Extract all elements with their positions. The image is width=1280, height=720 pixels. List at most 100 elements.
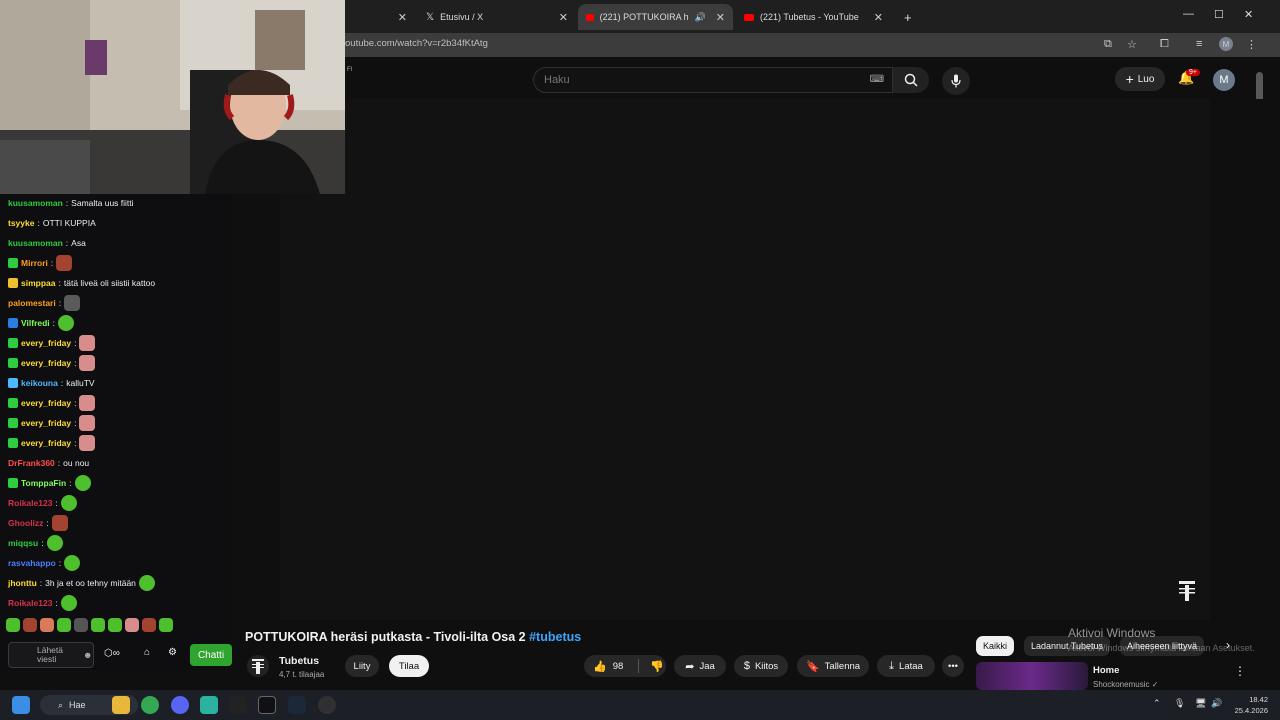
maximize-icon[interactable]: ☐ [1214, 8, 1224, 21]
recommended-video-title[interactable]: Home [1093, 665, 1119, 676]
speaker-icon[interactable]: 🔊 [695, 12, 706, 23]
channel-avatar[interactable] [247, 655, 269, 677]
chat-username[interactable]: Mirrori [21, 258, 48, 268]
close-tab-icon[interactable]: ✕ [559, 11, 568, 24]
chat-username[interactable]: every_friday [21, 418, 71, 428]
chat-badge-icon[interactable] [8, 398, 18, 408]
discord-icon[interactable] [171, 696, 189, 714]
app-icon[interactable] [200, 696, 218, 714]
chat-emote-icon[interactable] [79, 395, 96, 411]
like-button[interactable]: 👍 98 [593, 660, 623, 673]
chat-badge-icon[interactable] [8, 338, 18, 348]
chat-username[interactable]: jhonttu [8, 578, 37, 588]
bookmark-star-icon[interactable]: ☆ [1127, 38, 1137, 51]
thumbs-down-icon[interactable]: 👎 [650, 660, 664, 673]
clock[interactable]: 18.42 25.4.2026 [1235, 694, 1268, 716]
chat-emote-icon[interactable] [58, 315, 75, 331]
chat-username[interactable]: tsyyke [8, 218, 34, 228]
emote-picker-icon[interactable] [74, 618, 88, 632]
chat-username[interactable]: palomestari [8, 298, 56, 308]
chat-emote-icon[interactable] [46, 535, 63, 551]
chat-badge-icon[interactable] [8, 318, 18, 328]
chat-message-input[interactable]: Lähetä viesti ☻ [8, 642, 94, 668]
chat-username[interactable]: rasvahappo [8, 558, 56, 568]
xbox-icon[interactable] [229, 696, 247, 714]
tab-x[interactable]: 𝕏 Etusivu / X ✕ [418, 4, 576, 30]
chat-badge-icon[interactable] [8, 278, 18, 288]
join-button[interactable]: Liity [345, 655, 379, 677]
more-actions-button[interactable]: ••• [942, 655, 964, 677]
chat-badge-icon[interactable] [8, 378, 18, 388]
close-window-icon[interactable]: ✕ [1244, 8, 1253, 21]
chat-emote-icon[interactable] [60, 595, 77, 611]
chat-username[interactable]: Ghoolizz [8, 518, 43, 528]
recommended-video-channel[interactable]: Shockonemusic ✓ [1093, 680, 1158, 689]
close-tab-icon[interactable]: ✕ [874, 11, 883, 24]
search-input[interactable] [534, 68, 834, 92]
chat-username[interactable]: every_friday [21, 338, 71, 348]
windows-start-icon[interactable] [12, 696, 30, 714]
keyboard-icon[interactable]: ⌨ [870, 74, 884, 85]
chat-emote-icon[interactable] [74, 475, 91, 491]
steam-icon[interactable] [288, 696, 306, 714]
chat-username[interactable]: kuusamoman [8, 238, 63, 248]
emote-picker-icon[interactable] [23, 618, 37, 632]
tab-video[interactable]: (221) POTTUKOIRA heräsi p 🔊 ✕ [578, 4, 733, 30]
thanks-button[interactable]: $ Kiitos [734, 655, 788, 677]
emoji-icon[interactable]: ☻ [83, 650, 92, 660]
volume-icon[interactable]: 🔊 [1211, 698, 1222, 709]
chat-emote-icon[interactable] [64, 295, 81, 311]
emote-picker-icon[interactable] [125, 618, 139, 632]
close-tab-icon[interactable]: ✕ [716, 11, 725, 24]
subscribe-button[interactable]: Tilaa [389, 655, 429, 677]
emote-picker-icon[interactable] [6, 618, 20, 632]
channel-watermark-icon[interactable] [1178, 580, 1196, 602]
chat-username[interactable]: every_friday [21, 398, 71, 408]
chat-emote-icon[interactable] [79, 355, 96, 371]
chat-emote-icon[interactable] [79, 335, 96, 351]
chat-badge-icon[interactable] [8, 358, 18, 368]
emote-picker-icon[interactable] [142, 618, 156, 632]
chip-all[interactable]: Kaikki [976, 636, 1015, 656]
chat-badge-icon[interactable] [8, 478, 18, 488]
profile-avatar[interactable]: M [1219, 37, 1233, 51]
more-vertical-icon[interactable]: ⋮ [1234, 664, 1246, 678]
network-icon[interactable]: 🖥 [1195, 698, 1206, 709]
search-box[interactable]: ⌨ [533, 67, 893, 93]
emote-picker-icon[interactable] [57, 618, 71, 632]
media-control-icon[interactable]: ≡ [1196, 38, 1202, 50]
save-button[interactable]: 🔖 Tallenna [797, 655, 869, 677]
chat-username[interactable]: TomppaFin [21, 478, 66, 488]
channel-name[interactable]: Tubetus [279, 655, 319, 667]
extensions-icon[interactable]: ⧠ [1160, 38, 1169, 51]
chat-username[interactable]: Roikale123 [8, 598, 52, 608]
url-text[interactable]: outube.com/watch?v=r2b34fKtAtg [345, 38, 488, 49]
notepad-icon[interactable] [258, 696, 276, 714]
hashtag-link[interactable]: #tubetus [529, 630, 581, 644]
create-button[interactable]: + Luo [1115, 67, 1165, 91]
chat-emote-icon[interactable] [51, 515, 68, 531]
chat-username[interactable]: every_friday [21, 438, 71, 448]
share-button[interactable]: ➦ Jaa [674, 655, 726, 677]
chat-username[interactable]: simppaa [21, 278, 56, 288]
bits-icon[interactable]: ⬡∞ [104, 648, 120, 659]
more-menu-icon[interactable]: ⋮ [1246, 38, 1257, 51]
chrome-icon[interactable] [141, 696, 159, 714]
chat-emote-icon[interactable] [64, 555, 81, 571]
store-icon[interactable]: ⌂ [144, 647, 150, 658]
chat-emote-icon[interactable] [138, 575, 155, 591]
chat-emote-icon[interactable] [56, 255, 73, 271]
emote-picker-icon[interactable] [40, 618, 54, 632]
chat-username[interactable]: DrFrank360 [8, 458, 55, 468]
microphone-tray-icon[interactable]: 🎙 [1174, 698, 1185, 709]
chat-username[interactable]: keikouna [21, 378, 58, 388]
chat-send-button[interactable]: Chatti [190, 644, 232, 666]
close-tab-icon[interactable]: ✕ [398, 11, 407, 24]
chat-username[interactable]: kuusamoman [8, 198, 63, 208]
chat-badge-icon[interactable] [8, 258, 18, 268]
chat-badge-icon[interactable] [8, 438, 18, 448]
tab-channel[interactable]: (221) Tubetus - YouTube ✕ [736, 4, 891, 30]
chat-badge-icon[interactable] [8, 418, 18, 428]
video-player[interactable] [280, 99, 1210, 620]
account-avatar[interactable]: M [1213, 69, 1235, 91]
